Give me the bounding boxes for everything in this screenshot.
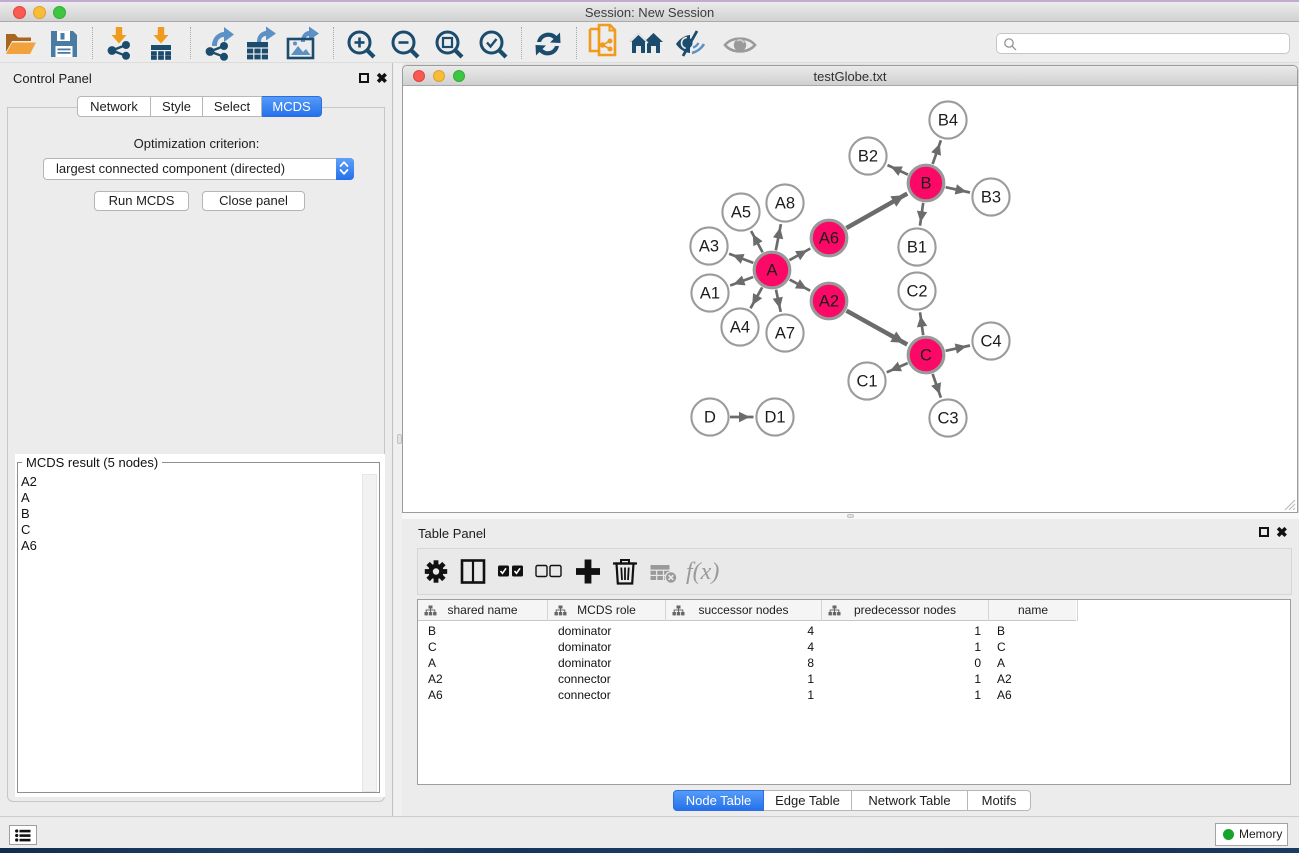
svg-text:C3: C3 xyxy=(937,410,958,428)
svg-text:A6: A6 xyxy=(819,230,839,248)
svg-text:f(x): f(x) xyxy=(686,559,719,585)
svg-text:A: A xyxy=(766,262,777,280)
svg-text:B2: B2 xyxy=(858,148,878,166)
svg-text:A7: A7 xyxy=(775,325,795,343)
svg-text:B4: B4 xyxy=(938,112,958,130)
svg-text:A5: A5 xyxy=(731,204,751,222)
svg-text:A2: A2 xyxy=(819,293,839,311)
svg-text:D1: D1 xyxy=(764,409,785,427)
svg-text:C2: C2 xyxy=(906,283,927,301)
svg-text:C: C xyxy=(920,347,932,365)
svg-text:C4: C4 xyxy=(980,333,1001,351)
svg-text:D: D xyxy=(704,409,716,427)
svg-text:A1: A1 xyxy=(700,285,720,303)
svg-text:A4: A4 xyxy=(730,319,750,337)
svg-text:B3: B3 xyxy=(981,189,1001,207)
svg-text:A8: A8 xyxy=(775,195,795,213)
svg-text:A3: A3 xyxy=(699,238,719,256)
svg-text:C1: C1 xyxy=(856,373,877,391)
svg-text:B1: B1 xyxy=(907,239,927,257)
svg-text:B: B xyxy=(920,175,931,193)
